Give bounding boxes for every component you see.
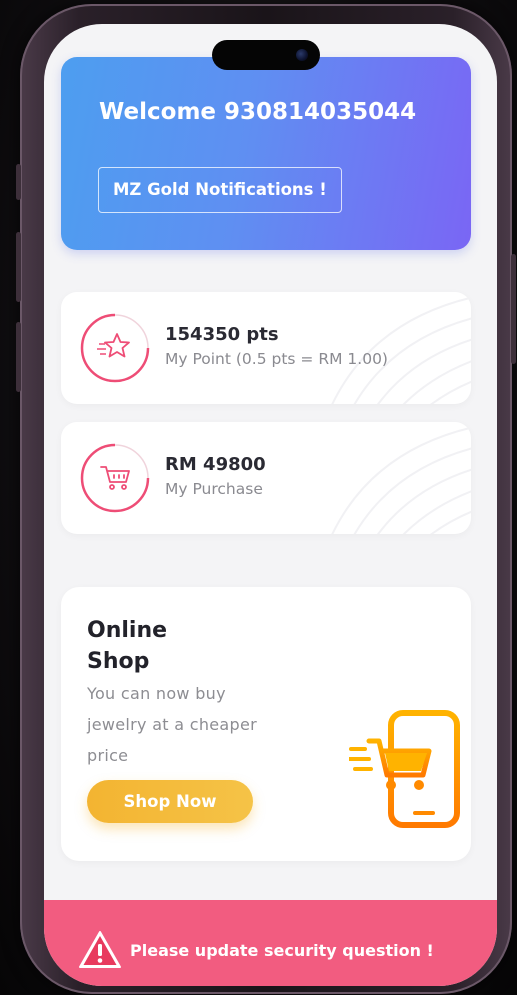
phone-cart-icon (349, 710, 460, 828)
dynamic-island (212, 40, 320, 70)
security-alert-bar[interactable]: Please update security question ! (44, 900, 497, 986)
points-label: My Point (0.5 pts = RM 1.00) (165, 350, 388, 368)
warning-icon (79, 931, 121, 968)
app-screen: Welcome 930814035044 MZ Gold Notificatio… (44, 24, 497, 986)
security-alert-text: Please update security question ! (130, 941, 434, 960)
points-ring (80, 313, 150, 383)
shop-description: You can now buy jewelry at a cheaper pri… (87, 684, 258, 765)
mute-switch (16, 322, 21, 392)
shop-now-button[interactable]: Shop Now (87, 780, 253, 823)
volume-up-button (16, 164, 21, 200)
notifications-button[interactable]: MZ Gold Notifications ! (98, 167, 342, 213)
online-shop-card: Online Shop You can now buy jewelry at a… (61, 587, 471, 861)
purchase-value: RM 49800 (165, 454, 266, 475)
volume-down-button (16, 232, 21, 302)
purchase-ring (80, 443, 150, 513)
points-value: 154350 pts (165, 324, 279, 345)
welcome-banner: Welcome 930814035044 MZ Gold Notificatio… (61, 57, 471, 250)
star-icon (97, 333, 130, 358)
purchase-card[interactable]: RM 49800 My Purchase (61, 422, 471, 534)
cart-icon (100, 466, 130, 490)
welcome-title: Welcome 930814035044 (99, 99, 417, 125)
swirl-decoration (331, 426, 471, 534)
swirl-decoration (331, 296, 471, 404)
power-button (511, 254, 516, 364)
purchase-label: My Purchase (165, 480, 263, 498)
camera-icon (296, 49, 308, 61)
points-card[interactable]: 154350 pts My Point (0.5 pts = RM 1.00) (61, 292, 471, 404)
shop-title: Online Shop (87, 618, 168, 674)
